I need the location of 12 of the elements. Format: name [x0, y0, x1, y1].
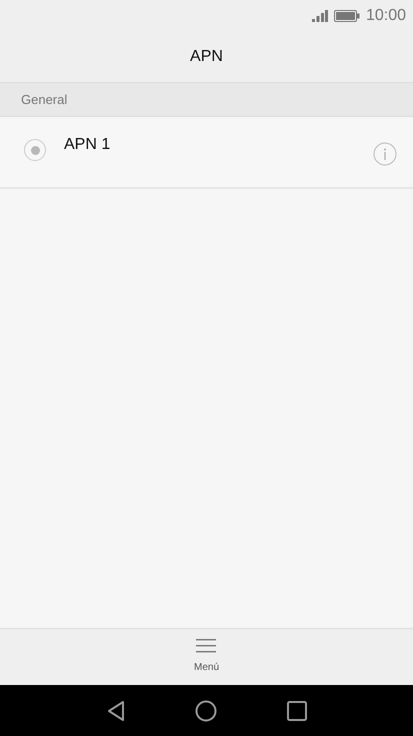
radio-button[interactable]: [24, 139, 46, 161]
battery-icon: [334, 10, 360, 22]
clock-time: 10:00: [366, 7, 406, 25]
menu-icon: [196, 638, 216, 654]
apn-name: APN 1: [64, 136, 112, 154]
signal-icon: [312, 10, 328, 22]
section-title: General: [21, 92, 68, 107]
back-icon[interactable]: [106, 700, 124, 722]
menu-button[interactable]: Menú: [186, 629, 227, 685]
page-title: APN: [190, 48, 223, 66]
home-icon[interactable]: [194, 700, 216, 722]
recents-icon[interactable]: [286, 700, 306, 720]
